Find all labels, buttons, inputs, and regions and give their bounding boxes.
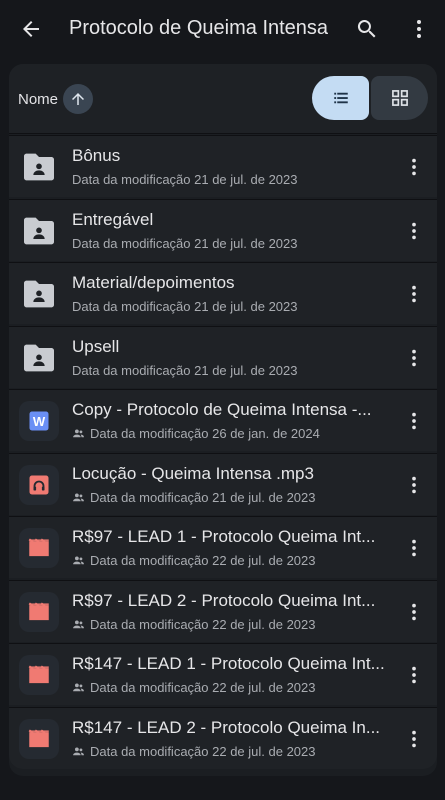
more-vert-icon <box>412 476 416 493</box>
top-app-bar: Protocolo de Queima Intensa <box>0 0 445 60</box>
arrow-up-icon <box>72 93 84 105</box>
more-vert-icon <box>412 349 416 366</box>
list-view-icon <box>333 92 348 104</box>
word-document-icon: W <box>19 401 59 441</box>
file-name: R$97 - LEAD 1 - Protocolo Queima Int... <box>72 527 376 546</box>
file-modified-date: Data da modificação 21 de jul. de 2023 <box>72 363 298 378</box>
more-vert-icon <box>417 20 421 38</box>
shared-people-icon <box>73 556 84 565</box>
file-row[interactable]: Locução - Queima Intensa .mp3 Data da mod… <box>9 452 437 515</box>
video-file-icon <box>19 718 59 759</box>
modified-text: Data da modificação 21 de jul. de 2023 <box>90 489 316 505</box>
file-more-button[interactable] <box>400 209 428 253</box>
modified-text: Data da modificação 22 de jul. de 2023 <box>90 616 316 632</box>
search-button[interactable] <box>345 7 389 51</box>
file-more-button[interactable] <box>400 526 428 570</box>
search-icon <box>357 20 376 38</box>
file-row[interactable]: R$147 - LEAD 2 - Protocolo Queima In... D… <box>9 706 437 769</box>
file-modified-date: Data da modificação 22 de jul. de 2023 <box>72 680 316 695</box>
modified-text: Data da modificação 22 de jul. de 2023 <box>90 743 316 759</box>
file-more-button[interactable] <box>400 717 428 761</box>
page-title: Protocolo de Queima Intensa <box>69 17 329 39</box>
modified-text: Data da modificação 22 de jul. de 2023 <box>90 680 316 695</box>
arrow-back-icon <box>23 21 39 37</box>
file-name: R$147 - LEAD 1 - Protocolo Queima Int... <box>72 654 385 673</box>
video-file-icon <box>19 655 59 695</box>
more-vert-icon <box>412 603 416 620</box>
file-modified-date: Data da modificação 22 de jul. de 2023 <box>72 553 316 568</box>
modified-text: Data da modificação 22 de jul. de 2023 <box>90 553 316 568</box>
file-modified-date: Data da modificação 22 de jul. de 2023 <box>72 617 316 632</box>
file-more-button[interactable] <box>400 463 428 507</box>
svg-text:W: W <box>33 414 46 429</box>
file-name: Entregável <box>72 209 154 229</box>
file-name: Locução - Queima Intensa .mp3 <box>72 463 314 483</box>
modified-text: Data da modificação 26 de jan. de 2024 <box>90 426 320 441</box>
file-more-button[interactable] <box>400 272 428 316</box>
sort-label[interactable]: Nome <box>18 91 58 108</box>
modified-text: Data da modificação 21 de jul. de 2023 <box>72 362 298 378</box>
modified-text: Data da modificação 21 de jul. de 2023 <box>72 235 298 251</box>
file-name: Bônus <box>72 146 121 165</box>
file-more-button[interactable] <box>400 145 428 189</box>
file-row[interactable]: Material/depoimentos Data da modificação … <box>9 262 437 324</box>
audio-file-icon <box>19 464 59 505</box>
sort-direction-button[interactable] <box>63 84 93 114</box>
file-name: Copy - Protocolo de Queima Intensa -... <box>72 400 372 419</box>
file-more-button[interactable] <box>400 590 428 634</box>
file-row[interactable]: W Copy - Protocolo de Queima Intensa -...… <box>9 389 437 451</box>
more-vert-icon <box>412 158 416 176</box>
file-row[interactable]: R$147 - LEAD 1 - Protocolo Queima Int...… <box>9 643 437 705</box>
modified-text: Data da modificação 21 de jul. de 2023 <box>72 299 298 314</box>
file-name: R$97 - LEAD 2 - Protocolo Queima Int... <box>72 590 376 610</box>
file-row[interactable]: Entregável Data da modificação 21 de jul.… <box>9 198 437 261</box>
shared-people-icon <box>73 429 84 438</box>
shared-folder-icon <box>19 274 59 314</box>
file-name: Upsell <box>72 336 120 356</box>
shared-people-icon <box>73 492 84 501</box>
more-vert-icon <box>412 222 416 239</box>
shared-folder-icon <box>19 338 59 378</box>
video-file-icon <box>19 591 59 632</box>
more-vert-icon <box>412 730 416 747</box>
file-modified-date: Data da modificação 21 de jul. de 2023 <box>72 236 298 251</box>
file-modified-date: Data da modificação 22 de jul. de 2023 <box>72 744 316 759</box>
file-name: Material/depoimentos <box>72 273 235 292</box>
file-modified-date: Data da modificação 21 de jul. de 2023 <box>72 299 298 314</box>
shared-people-icon <box>73 746 84 755</box>
more-vert-icon <box>412 412 416 430</box>
more-vert-icon <box>412 539 416 557</box>
file-modified-date: Data da modificação 21 de jul. de 2023 <box>72 490 316 505</box>
back-button[interactable] <box>9 7 53 51</box>
sort-bar: Nome <box>9 64 437 134</box>
modified-text: Data da modificação 21 de jul. de 2023 <box>72 172 298 187</box>
shared-people-icon <box>73 619 84 628</box>
file-modified-date: Data da modificação 21 de jul. de 2023 <box>72 172 298 187</box>
grid-view-button[interactable] <box>371 76 428 120</box>
file-more-button[interactable] <box>400 336 428 380</box>
list-view-button[interactable] <box>312 76 369 120</box>
more-vert-icon <box>412 285 416 303</box>
shared-people-icon <box>73 683 84 692</box>
view-toggle <box>312 76 428 120</box>
file-more-button[interactable] <box>400 399 428 443</box>
more-vert-icon <box>412 666 416 684</box>
shared-folder-icon <box>19 147 59 187</box>
file-row[interactable]: Bônus Data da modificação 21 de jul. de 2… <box>9 135 437 197</box>
more-options-button[interactable] <box>397 7 441 51</box>
shared-folder-icon <box>19 211 59 251</box>
file-row[interactable]: Upsell Data da modificação 21 de jul. de … <box>9 325 437 388</box>
file-row[interactable]: R$97 - LEAD 1 - Protocolo Queima Int... D… <box>9 516 437 578</box>
file-name: R$147 - LEAD 2 - Protocolo Queima In... <box>72 717 381 737</box>
grid-view-icon <box>391 90 408 106</box>
video-file-icon <box>19 528 59 568</box>
file-modified-date: Data da modificação 26 de jan. de 2024 <box>72 426 320 441</box>
file-more-button[interactable] <box>400 653 428 697</box>
file-row[interactable]: R$97 - LEAD 2 - Protocolo Queima Int... D… <box>9 579 437 642</box>
